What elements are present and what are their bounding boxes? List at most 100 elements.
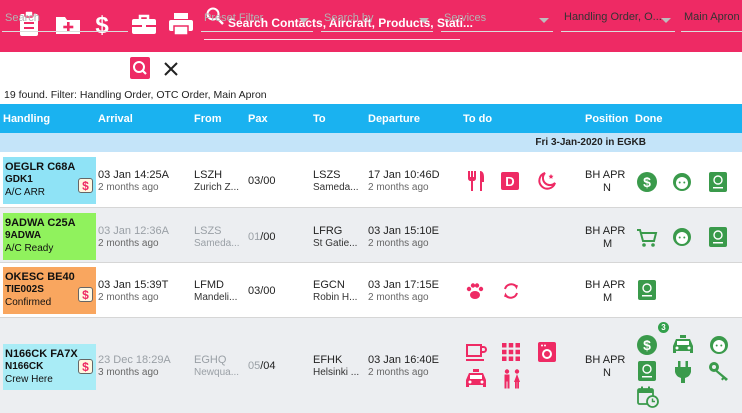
to-code: EFHK — [313, 354, 343, 366]
apron-value: Main Apron — [684, 11, 740, 23]
done-count-badge: 3 — [658, 322, 669, 333]
taxi-icon[interactable] — [465, 369, 487, 389]
arrival-time: 03 Jan 14:25A — [98, 169, 169, 181]
briefcase-icon[interactable] — [130, 10, 158, 38]
to-code: EGCN — [313, 279, 345, 291]
arrival-time: 23 Dec 18:29A — [98, 354, 171, 366]
table-row[interactable]: N166CK FA7X N166CK Crew Here $ 23 Dec 18… — [0, 318, 742, 413]
taxi-icon[interactable] — [672, 335, 694, 355]
power-plug-icon[interactable] — [674, 361, 692, 383]
grid-icon[interactable] — [502, 343, 520, 361]
departure-time: 03 Jan 16:40E — [368, 354, 439, 366]
col-pax[interactable]: Pax — [248, 113, 268, 125]
coffee-icon[interactable] — [465, 343, 487, 363]
refresh-icon[interactable] — [501, 281, 521, 301]
restroom-icon[interactable] — [502, 369, 522, 389]
position-apron: BH APR — [585, 169, 626, 181]
passport-icon[interactable] — [709, 172, 727, 192]
status-text: A/C Ready — [5, 243, 54, 254]
col-arrival[interactable]: Arrival — [98, 113, 133, 125]
reg-type: OKESC BE40 — [5, 271, 75, 283]
from-code: LFMD — [194, 279, 224, 291]
table-row[interactable]: OKESC BE40 TIE002S Confirmed $ 03 Jan 15… — [0, 263, 742, 318]
pax: 03/00 — [248, 175, 276, 187]
table-row[interactable]: 9ADWA C25A 9ADWA A/C Ready 03 Jan 12:36A… — [0, 208, 742, 263]
arrival-time: 03 Jan 15:39T — [98, 279, 169, 291]
passport-icon[interactable] — [709, 227, 727, 247]
departure-ago: 2 months ago — [368, 182, 429, 193]
search-button[interactable] — [130, 57, 150, 79]
dollar-icon[interactable]: $ — [637, 335, 657, 355]
handling-cell[interactable]: OKESC BE40 TIE002S Confirmed $ — [3, 267, 96, 314]
search-input[interactable]: Search — [2, 8, 128, 32]
washer-icon[interactable] — [538, 342, 556, 362]
svg-text:$: $ — [643, 174, 651, 190]
face-icon[interactable] — [672, 227, 692, 247]
col-from[interactable]: From — [194, 113, 222, 125]
reg-type: 9ADWA C25A — [5, 217, 76, 229]
night-icon[interactable] — [537, 171, 557, 191]
to-name: Robin H... — [313, 292, 358, 303]
passport-icon[interactable] — [638, 280, 656, 300]
col-departure[interactable]: Departure — [368, 113, 420, 125]
chevron-down-icon — [661, 18, 671, 23]
col-handling[interactable]: Handling — [3, 113, 50, 125]
search-by-select[interactable]: Search by — [321, 8, 433, 32]
from-name: Mandeli... — [194, 292, 238, 303]
position-stand: M — [603, 238, 613, 250]
from-code: LSZH — [194, 169, 223, 181]
table-header: Handling Arrival From Pax To Departure T… — [0, 104, 742, 133]
departure-time: 03 Jan 17:15E — [368, 279, 439, 291]
to-name: Helsinki ... — [313, 367, 360, 378]
position-stand: N — [603, 182, 611, 194]
position-stand: M — [603, 292, 613, 304]
calendar-clock-icon[interactable] — [637, 386, 659, 408]
flight-number: 9ADWA — [5, 230, 42, 241]
pax: 05/04 — [248, 360, 276, 372]
position-apron: BH APR — [585, 225, 626, 237]
handling-cell[interactable]: 9ADWA C25A 9ADWA A/C Ready — [3, 213, 96, 260]
from-code: EGHQ — [194, 354, 227, 366]
services-placeholder: Services — [444, 12, 487, 24]
col-done[interactable]: Done — [635, 113, 663, 125]
printer-icon[interactable] — [167, 10, 195, 38]
col-position[interactable]: Position — [585, 113, 628, 125]
cart-icon[interactable] — [636, 227, 658, 249]
handling-cell[interactable]: OEGLR C68A GDK1 A/C ARR $ — [3, 157, 96, 204]
handling-cell[interactable]: N166CK FA7X N166CK Crew Here $ — [3, 344, 96, 390]
apron-select[interactable]: Main Apron — [681, 8, 742, 32]
position-apron: BH APR — [585, 354, 626, 366]
arrival-ago: 2 months ago — [98, 182, 159, 193]
face-icon[interactable] — [672, 172, 692, 192]
search-input-placeholder: Search — [5, 12, 40, 24]
dollar-icon[interactable]: $ — [78, 178, 93, 193]
dollar-icon[interactable]: $ — [78, 287, 93, 302]
col-todo[interactable]: To do — [463, 113, 492, 125]
restaurant-icon[interactable] — [466, 170, 486, 192]
preset-filter-placeholder: Preset Filter — [204, 12, 264, 24]
flight-number: GDK1 — [5, 174, 33, 185]
d-badge-icon[interactable]: D — [501, 172, 519, 190]
flight-number: N166CK — [5, 361, 44, 372]
dollar-icon[interactable]: $ — [637, 172, 657, 192]
face-icon[interactable] — [709, 335, 729, 355]
departure-ago: 2 months ago — [368, 238, 429, 249]
status-text: Confirmed — [5, 297, 52, 308]
app-page: $ Search Contacts, Aircraft, Products, S… — [0, 0, 742, 413]
order-type-select[interactable]: Handling Order, O... — [561, 8, 675, 32]
arrival-ago: 3 months ago — [98, 367, 159, 378]
arrival-time: 03 Jan 12:36A — [98, 225, 169, 237]
services-select[interactable]: Services — [441, 8, 553, 32]
paw-icon[interactable] — [465, 281, 485, 301]
key-icon[interactable] — [708, 361, 730, 381]
dollar-icon[interactable]: $ — [78, 359, 93, 374]
table-row[interactable]: OEGLR C68A GDK1 A/C ARR $ 03 Jan 14:25A … — [0, 152, 742, 208]
from-name: Sameda... — [194, 238, 240, 249]
col-to[interactable]: To — [313, 113, 326, 125]
preset-filter-select[interactable]: Preset Filter — [201, 8, 313, 32]
departure-ago: 2 months ago — [368, 292, 429, 303]
passport-icon[interactable] — [638, 361, 656, 381]
departure-ago: 2 months ago — [368, 367, 429, 378]
svg-text:$: $ — [82, 179, 89, 192]
clear-filter-button[interactable] — [162, 60, 180, 78]
